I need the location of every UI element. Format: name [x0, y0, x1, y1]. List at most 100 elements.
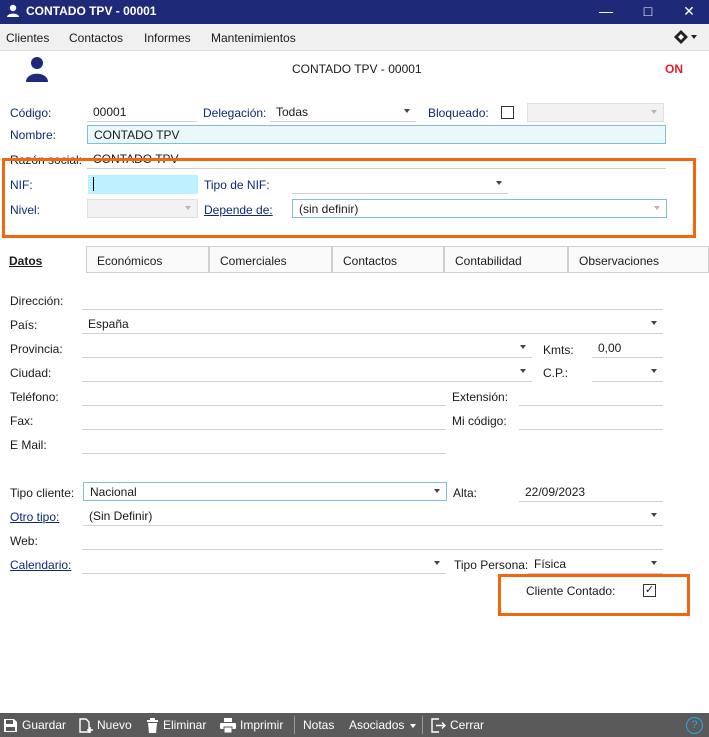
- settings-diamond-icon[interactable]: [673, 29, 699, 48]
- tipo-persona-select[interactable]: Física: [528, 555, 663, 574]
- extension-input[interactable]: [519, 387, 663, 406]
- fax-input[interactable]: [82, 411, 446, 430]
- cp-label: C.P.:: [543, 366, 569, 380]
- delegacion-label: Delegación:: [203, 106, 267, 120]
- checkmark-icon: ✓: [644, 584, 655, 596]
- cliente-contado-label: Cliente Contado:: [526, 584, 616, 598]
- tipo-nif-label: Tipo de NIF:: [204, 178, 270, 192]
- calendario-link[interactable]: Calendario:: [10, 558, 71, 572]
- direccion-label: Dirección:: [10, 294, 64, 308]
- cerrar-label: Cerrar: [450, 718, 485, 732]
- title-bar: CONTADO TPV - 00001 — □ ✕: [0, 0, 709, 24]
- depende-de-value: (sin definir): [299, 202, 359, 216]
- avatar-icon: [25, 56, 49, 85]
- help-button[interactable]: ?: [686, 717, 703, 734]
- nuevo-button[interactable]: Nuevo: [78, 713, 132, 737]
- codigo-field[interactable]: 00001: [87, 103, 197, 122]
- otro-tipo-value: (Sin Definir): [89, 509, 153, 523]
- window-title: CONTADO TPV - 00001: [26, 4, 157, 18]
- nombre-input[interactable]: CONTADO TPV: [87, 125, 666, 144]
- user-icon: [6, 4, 20, 21]
- tab-contactos[interactable]: Contactos: [332, 246, 444, 273]
- depende-de-link[interactable]: Depende de:: [204, 203, 273, 217]
- menu-informes[interactable]: Informes: [144, 31, 191, 45]
- record-title: CONTADO TPV - 00001: [292, 62, 422, 76]
- menu-mantenimientos[interactable]: Mantenimientos: [211, 31, 296, 45]
- imprimir-button[interactable]: Imprimir: [220, 713, 283, 737]
- nuevo-label: Nuevo: [97, 718, 132, 732]
- tab-contabilidad[interactable]: Contabilidad: [444, 246, 568, 273]
- chevron-down-icon: [404, 109, 410, 113]
- tipo-persona-value: Física: [534, 557, 567, 571]
- tab-bar: Datos Económicos Comerciales Contactos C…: [0, 246, 709, 273]
- maximize-button[interactable]: □: [630, 0, 666, 24]
- cerrar-button[interactable]: Cerrar: [431, 713, 484, 737]
- web-label: Web:: [10, 534, 38, 548]
- close-button[interactable]: ✕: [671, 0, 707, 24]
- pais-select[interactable]: España: [82, 315, 663, 334]
- telefono-label: Teléfono:: [10, 390, 59, 404]
- calendario-select[interactable]: [82, 555, 446, 574]
- bloqueado-checkbox[interactable]: [501, 106, 514, 119]
- chevron-down-icon: [496, 181, 502, 185]
- chevron-down-icon: [651, 110, 657, 114]
- caret-down-icon: [409, 723, 416, 728]
- nivel-label: Nivel:: [10, 203, 41, 217]
- fax-label: Fax:: [10, 414, 34, 428]
- chevron-down-icon: [651, 369, 657, 373]
- save-icon: [4, 719, 17, 733]
- chevron-down-icon: [434, 489, 440, 493]
- minimize-button[interactable]: —: [588, 0, 624, 24]
- mi-codigo-input[interactable]: [519, 411, 663, 430]
- tipo-cliente-select[interactable]: Nacional: [83, 482, 447, 501]
- printer-icon: [220, 718, 236, 734]
- chevron-down-icon: [654, 206, 660, 210]
- nif-label: NIF:: [10, 178, 33, 192]
- tab-datos[interactable]: Datos: [0, 246, 86, 273]
- chevron-down-icon: [185, 206, 191, 210]
- tipo-nif-select[interactable]: [292, 175, 508, 194]
- ciudad-select[interactable]: [82, 363, 532, 382]
- tipo-cliente-value: Nacional: [90, 485, 137, 499]
- nif-input[interactable]: [88, 175, 198, 194]
- email-input[interactable]: [82, 435, 446, 454]
- chevron-down-icon: [520, 369, 526, 373]
- eliminar-label: Eliminar: [163, 718, 207, 732]
- tipo-cliente-label: Tipo cliente:: [10, 486, 75, 500]
- ciudad-label: Ciudad:: [10, 366, 52, 380]
- provincia-select[interactable]: [82, 339, 532, 358]
- tab-economicos[interactable]: Económicos: [86, 246, 209, 273]
- cliente-contado-checkbox[interactable]: ✓: [643, 584, 656, 597]
- menu-contactos[interactable]: Contactos: [69, 31, 123, 45]
- kmts-input[interactable]: 0,00: [592, 339, 663, 358]
- provincia-label: Provincia:: [10, 342, 63, 356]
- alta-input[interactable]: 22/09/2023: [519, 483, 663, 502]
- asociados-label: Asociados: [349, 718, 405, 732]
- menu-clientes[interactable]: Clientes: [6, 31, 49, 45]
- kmts-label: Kmts:: [543, 343, 574, 357]
- direccion-input[interactable]: [82, 291, 663, 310]
- guardar-button[interactable]: Guardar: [3, 713, 66, 737]
- telefono-input[interactable]: [82, 387, 446, 406]
- tab-observaciones[interactable]: Observaciones: [568, 246, 709, 273]
- chevron-down-icon: [520, 345, 526, 349]
- pais-label: País:: [10, 318, 38, 332]
- eliminar-button[interactable]: Eliminar: [146, 713, 206, 737]
- toolbar-divider: [294, 716, 295, 734]
- text-cursor: [93, 177, 94, 191]
- exit-icon: [431, 718, 446, 734]
- delegacion-value: Todas: [276, 105, 309, 119]
- bloqueado-select[interactable]: [527, 103, 664, 122]
- asociados-button[interactable]: Asociados: [349, 713, 416, 737]
- delegacion-select[interactable]: Todas: [270, 103, 416, 122]
- notas-button[interactable]: Notas: [303, 713, 334, 737]
- otro-tipo-link[interactable]: Otro tipo:: [10, 510, 59, 524]
- otro-tipo-select[interactable]: (Sin Definir): [83, 507, 663, 526]
- trash-icon: [147, 718, 158, 734]
- nivel-select[interactable]: [87, 199, 198, 218]
- cp-select[interactable]: [592, 363, 663, 382]
- new-document-icon: [79, 718, 93, 734]
- depende-de-select[interactable]: (sin definir): [292, 199, 667, 218]
- web-input[interactable]: [82, 531, 663, 550]
- tab-comerciales[interactable]: Comerciales: [209, 246, 332, 273]
